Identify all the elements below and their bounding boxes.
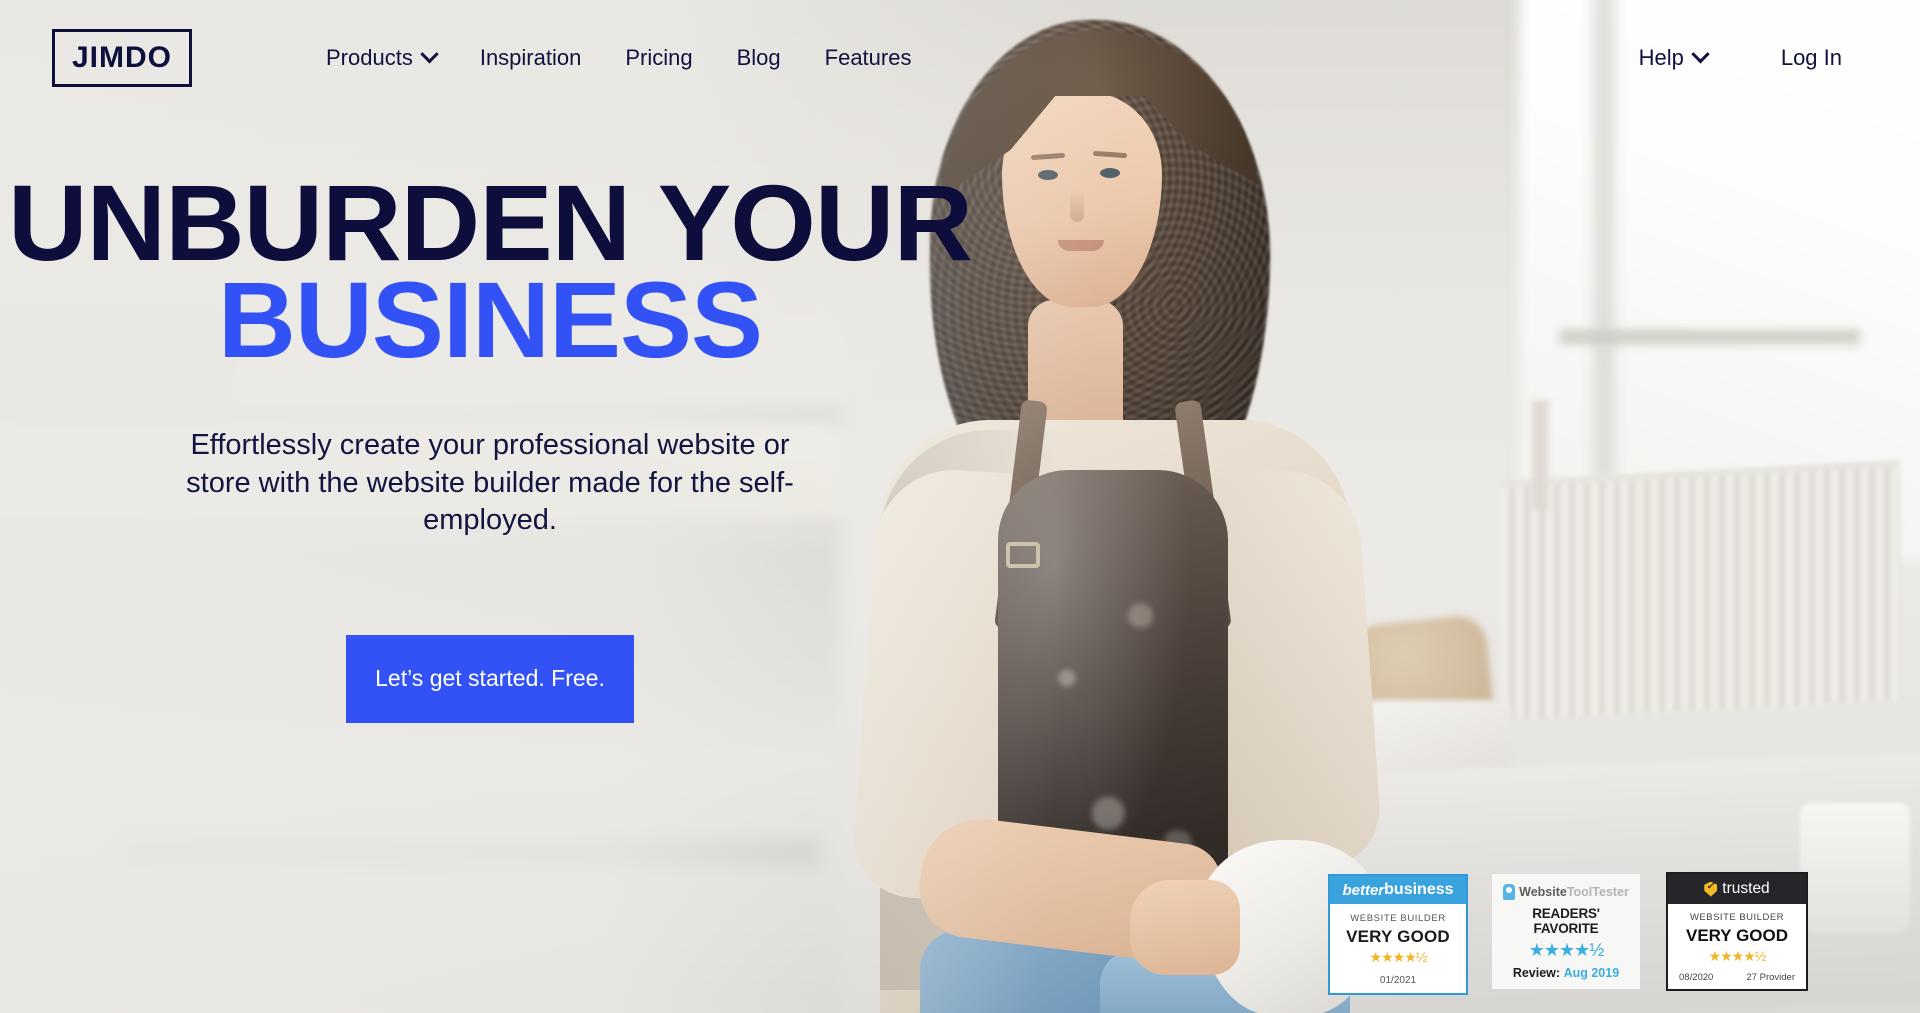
jimdo-logo[interactable]: JIMDO (52, 29, 192, 87)
headline-line-2: BUSINESS (217, 258, 763, 380)
nav-item-help[interactable]: Help (1617, 35, 1729, 81)
badge-date: 01/2021 (1379, 975, 1417, 986)
badge-providers: 27 Provider (1746, 972, 1795, 983)
badge-category: WEBSITE BUILDER (1689, 912, 1785, 923)
badge-brand-header: WebsiteToolTester (1500, 884, 1632, 900)
get-started-button[interactable]: Let’s get started. Free. (346, 634, 634, 723)
badge-rating: VERY GOOD (1685, 926, 1789, 945)
brand-name: trusted (1722, 880, 1770, 897)
badge-category: WEBSITE BUILDER (1350, 913, 1446, 924)
brand-dark: Website (1519, 885, 1567, 899)
brand-prefix: better (1342, 881, 1385, 899)
star-rating-icon: ★★★★½ (1708, 948, 1767, 964)
nav-label: Features (824, 45, 912, 70)
nav-label: Help (1638, 45, 1684, 70)
person-icon (1503, 884, 1516, 900)
badge-body: WEBSITE BUILDER VERY GOOD ★★★★½ 08/2020 … (1668, 904, 1806, 989)
brand-suffix: business (1384, 881, 1454, 898)
hero-subtitle: Effortlessly create your professional we… (186, 429, 794, 536)
primary-navigation: Products Inspiration Pricing Blog Featur… (304, 35, 933, 81)
logo-text: JIMDO (71, 41, 172, 74)
nav-item-inspiration[interactable]: Inspiration (458, 35, 604, 81)
badge-date: 08/2020 (1679, 972, 1714, 983)
nav-label: Pricing (625, 45, 693, 70)
badge-brand-header: trusted (1668, 874, 1806, 904)
nav-label: Inspiration (479, 45, 582, 70)
chevron-down-icon (420, 44, 439, 63)
award-badges: better business WEBSITE BUILDER VERY GOOD… (1328, 823, 1920, 1013)
nav-item-features[interactable]: Features (803, 35, 934, 81)
star-rating-icon: ★★★★½ (1528, 940, 1605, 960)
nav-label: Products (326, 45, 413, 70)
site-header: JIMDO Products Inspiration Pricing Blog … (0, 0, 1920, 116)
nav-item-blog[interactable]: Blog (715, 35, 803, 81)
badge-review-line: Review: Aug 2019 (1500, 966, 1632, 980)
nav-item-login[interactable]: Log In (1759, 35, 1864, 81)
badge-website-tool-tester: WebsiteToolTester READERS' FAVORITE ★★★★… (1492, 874, 1640, 989)
review-date: Aug 2019 (1563, 966, 1620, 980)
badge-award: READERS' FAVORITE (1532, 906, 1600, 936)
star-rating-icon: ★★★★½ (1369, 949, 1428, 965)
nav-label: Log In (1780, 45, 1842, 70)
badge-better-business: better business WEBSITE BUILDER VERY GOOD… (1328, 874, 1468, 995)
badge-footer: 08/2020 27 Provider (1672, 965, 1802, 983)
chevron-down-icon (1691, 44, 1710, 63)
headline-line-1: UNBURDEN YOUR (8, 162, 973, 283)
page-title: UNBURDEN YOUR BUSINESS (0, 169, 980, 380)
nav-label: Blog (736, 45, 781, 70)
shield-check-icon (1704, 881, 1718, 897)
nav-item-pricing[interactable]: Pricing (603, 35, 714, 81)
badge-rating: VERY GOOD (1346, 927, 1450, 946)
nav-item-products[interactable]: Products (304, 35, 458, 81)
review-label: Review: (1512, 966, 1561, 980)
badge-body: WEBSITE BUILDER VERY GOOD ★★★★½ 01/2021 (1330, 904, 1466, 993)
secondary-navigation: Help Log In (1617, 35, 1864, 81)
brand-light: ToolTester (1566, 885, 1629, 899)
badge-brand-header: better business (1330, 876, 1466, 904)
badge-trusted: trusted WEBSITE BUILDER VERY GOOD ★★★★½ … (1666, 872, 1808, 991)
